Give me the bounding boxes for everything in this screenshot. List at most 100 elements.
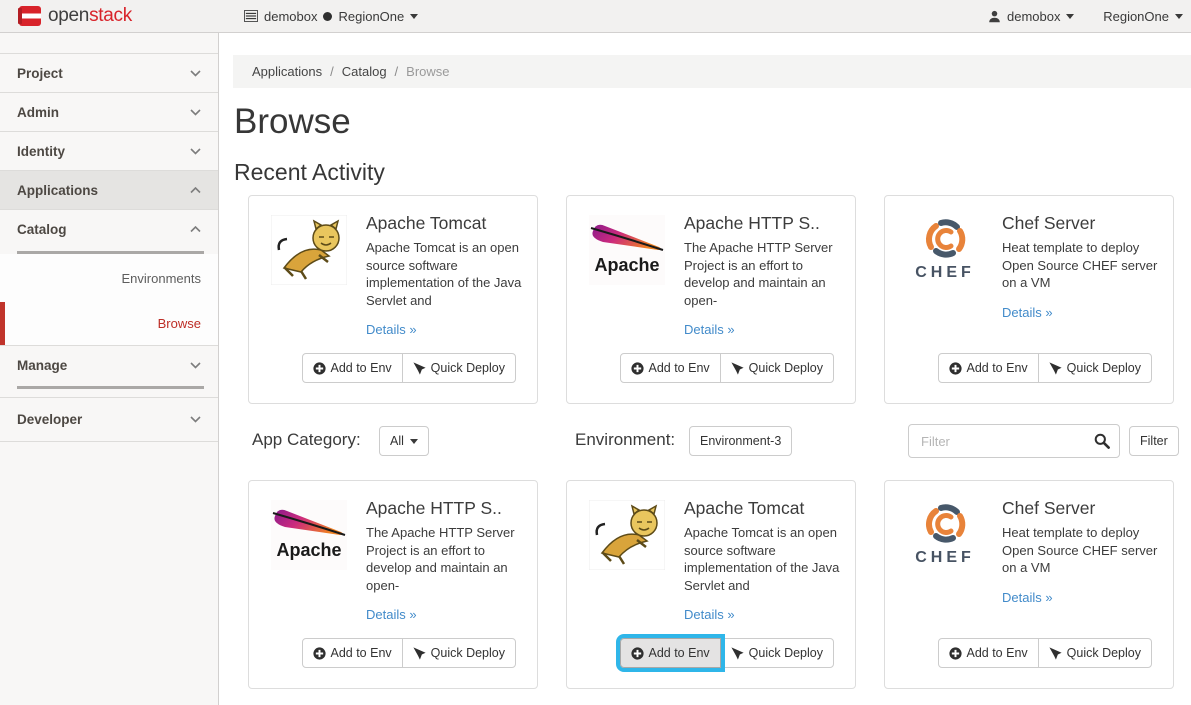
sidebar-item-browse[interactable]: Browse [0,302,218,345]
svg-text:Apache: Apache [594,255,659,275]
list-icon [244,10,258,22]
rocket-icon [1049,647,1062,660]
button-label: Add to Env [967,646,1028,660]
page-title: Browse [234,102,351,142]
sidebar-item-label: Identity [17,144,65,159]
user-menu[interactable]: demobox [988,0,1074,32]
add-to-env-button[interactable]: Add to Env [302,353,403,383]
details-link[interactable]: Details » [366,607,417,622]
openstack-wordmark: openstack [48,5,132,27]
sidebar-item-developer[interactable]: Developer [0,398,218,442]
details-link[interactable]: Details » [366,322,417,337]
rocket-icon [413,647,426,660]
openstack-logo[interactable]: openstack [18,0,132,32]
apache-logo-icon: Apache [270,500,348,570]
add-to-env-button[interactable]: Add to Env [620,353,721,383]
add-to-env-button[interactable]: Add to Env [302,638,403,668]
button-label: Quick Deploy [749,646,823,660]
rocket-icon [413,362,426,375]
sidebar-item-label: Environments [122,271,201,286]
add-to-env-button-highlighted[interactable]: Add to Env [620,638,721,668]
environment-button[interactable]: Environment-3 [689,426,792,456]
rocket-icon [1049,362,1062,375]
recent-activity-heading: Recent Activity [234,159,385,186]
chevron-down-icon [190,109,201,116]
user-icon [988,10,1001,23]
sidebar-item-environments[interactable]: Environments [0,254,218,302]
app-category-dropdown[interactable]: All [379,426,429,456]
sidebar-item-project[interactable]: Project [0,54,218,93]
button-label: Add to Env [649,361,710,375]
details-link[interactable]: Details » [1002,590,1053,605]
quick-deploy-button[interactable]: Quick Deploy [1038,353,1152,383]
chef-logo-icon: CHEF [906,500,984,570]
card-description: The Apache HTTP Server Project is an eff… [366,524,526,594]
filter-button[interactable]: Filter [1129,426,1179,456]
sidebar-item-label: Developer [17,412,82,427]
add-to-env-button[interactable]: Add to Env [938,638,1039,668]
add-to-env-button[interactable]: Add to Env [938,353,1039,383]
svg-text:Apache: Apache [276,540,341,560]
sidebar-spacer [0,33,218,54]
breadcrumb-applications[interactable]: Applications [252,64,322,79]
sidebar-item-label: Manage [17,358,67,373]
region-menu[interactable]: RegionOne [1103,0,1183,32]
card-description: Heat template to deploy Open Source CHEF… [1002,524,1162,577]
card-description: The Apache HTTP Server Project is an eff… [684,239,844,309]
details-link[interactable]: Details » [1002,305,1053,320]
button-label: Quick Deploy [1067,361,1141,375]
search-icon[interactable] [1094,433,1110,449]
caret-down-icon [1066,14,1074,19]
quick-deploy-button[interactable]: Quick Deploy [1038,638,1152,668]
filter-button-label: Filter [1140,434,1168,448]
svg-text:CHEF: CHEF [915,549,975,566]
breadcrumb-separator: / [395,64,399,79]
context-project-label: demobox [264,9,317,24]
plus-circle-icon [631,362,644,375]
button-label: Quick Deploy [1067,646,1141,660]
button-label: Add to Env [331,361,392,375]
sidebar-nav: Project Admin Identity Applications Cata… [0,33,219,705]
sidebar-item-label: Browse [158,316,201,331]
plus-circle-icon [313,647,326,660]
quick-deploy-button[interactable]: Quick Deploy [720,353,834,383]
details-link[interactable]: Details » [684,322,735,337]
sidebar-item-applications[interactable]: Applications [0,171,218,210]
project-region-switcher[interactable]: demobox RegionOne [244,0,418,32]
rocket-icon [731,362,744,375]
quick-deploy-button[interactable]: Quick Deploy [720,638,834,668]
chevron-down-icon [190,362,201,369]
sidebar-item-catalog[interactable]: Catalog [0,210,218,249]
region-dot-icon [323,12,332,21]
details-link[interactable]: Details » [684,607,735,622]
environment-label: Environment: [575,430,675,450]
svg-text:CHEF: CHEF [915,264,975,281]
environment-value: Environment-3 [700,434,781,448]
filter-input[interactable] [908,424,1120,458]
plus-circle-icon [949,362,962,375]
plus-circle-icon [631,647,644,660]
sidebar-item-admin[interactable]: Admin [0,93,218,132]
plus-circle-icon [949,647,962,660]
card-title: Apache HTTP S.. [684,213,844,234]
app-card-apache-http: Apache Apache HTTP S.. The Apache HTTP S… [566,195,856,404]
button-label: Quick Deploy [749,361,823,375]
sidebar-item-identity[interactable]: Identity [0,132,218,171]
chevron-down-icon [190,148,201,155]
breadcrumb-catalog[interactable]: Catalog [342,64,387,79]
card-title: Chef Server [1002,498,1162,519]
breadcrumb: Applications / Catalog / Browse [233,55,1191,88]
quick-deploy-button[interactable]: Quick Deploy [402,353,516,383]
sidebar-item-label: Admin [17,105,59,120]
button-label: Add to Env [649,646,710,660]
chevron-down-icon [190,416,201,423]
region-name-label: RegionOne [1103,9,1169,24]
button-label: Add to Env [331,646,392,660]
caret-down-icon [1175,14,1183,19]
card-title: Apache Tomcat [366,213,526,234]
sidebar-item-manage[interactable]: Manage [0,346,218,384]
apache-logo-icon: Apache [588,215,666,285]
quick-deploy-button[interactable]: Quick Deploy [402,638,516,668]
sidebar-item-label: Project [17,66,63,81]
app-category-label: App Category: [252,430,361,450]
